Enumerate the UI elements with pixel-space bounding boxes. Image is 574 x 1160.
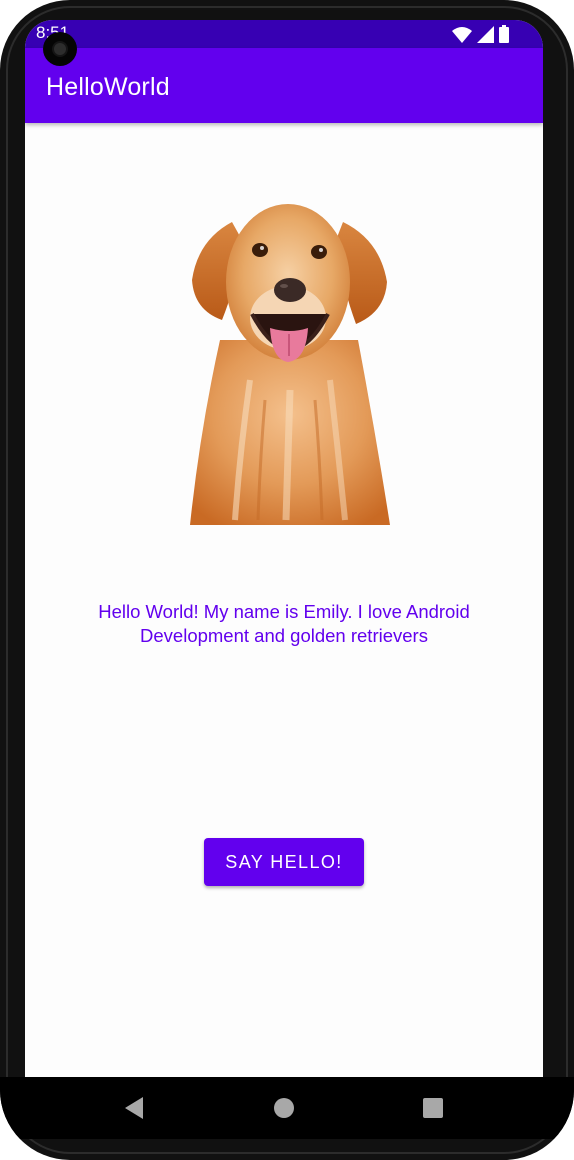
navigation-bar	[0, 1077, 574, 1139]
golden-retriever-image	[190, 204, 390, 525]
status-bar: 8:51	[25, 20, 543, 48]
main-content: Hello World! My name is Emily. I love An…	[25, 123, 543, 1077]
home-icon[interactable]	[271, 1095, 297, 1121]
back-icon[interactable]	[121, 1095, 147, 1121]
greeting-message: Hello World! My name is Emily. I love An…	[98, 601, 470, 646]
app-title: HelloWorld	[46, 73, 170, 101]
battery-icon	[499, 25, 509, 43]
wifi-icon	[452, 27, 472, 43]
phone-screen: 8:51 HelloWorld	[25, 20, 543, 1077]
front-camera	[43, 32, 77, 66]
recents-icon[interactable]	[420, 1095, 446, 1121]
say-hello-button[interactable]: SAY HELLO!	[204, 838, 364, 886]
signal-icon	[477, 26, 494, 43]
app-bar: HelloWorld	[25, 48, 543, 123]
status-icons	[452, 25, 509, 43]
phone-device: 8:51 HelloWorld	[0, 0, 574, 1160]
